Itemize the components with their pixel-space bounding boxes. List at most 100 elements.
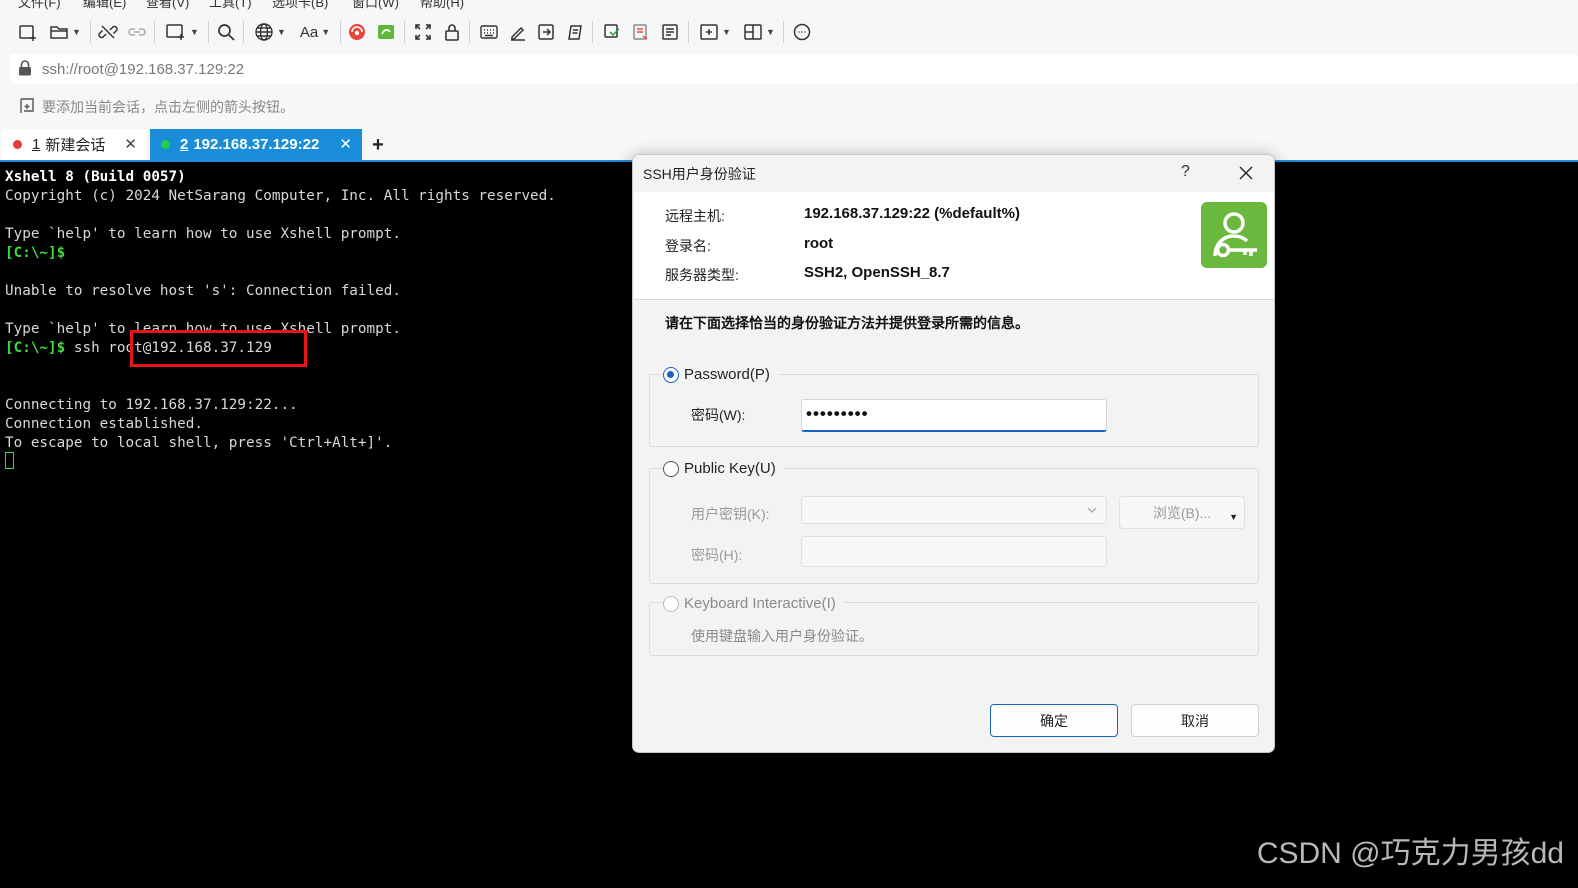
passphrase-field[interactable] [801, 536, 1107, 567]
ssh-auth-dialog: SSH用户身份验证 ? 远程主机: 192.168.37.129:22 (%de… [632, 154, 1275, 753]
tab-number: 2 [180, 136, 189, 153]
browse-button[interactable]: 浏览(B)... ▼ [1119, 496, 1245, 529]
ok-button[interactable]: 确定 [990, 704, 1118, 737]
terminal-prompt: [C:\~]$ [5, 340, 66, 356]
password-field[interactable]: ••••••••• [801, 399, 1107, 432]
menu-edit[interactable]: 编辑(E) [83, 0, 126, 11]
status-dot-disconnected [13, 140, 22, 149]
dialog-titlebar: SSH用户身份验证 ? [633, 155, 1274, 192]
menu-bar: 文件(F) 编辑(E) 查看(V) 工具(T) 选项卡(B) 窗口(W) 帮助(… [0, 0, 1578, 12]
status-dot-connected [161, 140, 170, 149]
log-icon[interactable] [630, 19, 652, 45]
notes-icon[interactable] [659, 19, 681, 45]
terminal-line: Copyright (c) 2024 NetSarang Computer, I… [5, 188, 556, 204]
search-icon[interactable] [215, 19, 237, 45]
compose-icon[interactable] [507, 19, 529, 45]
keyboard-interactive-radio[interactable]: Keyboard Interactive(I) [663, 595, 844, 612]
watermark: CSDN @巧克力男孩dd [1256, 837, 1564, 870]
host-label: 远程主机: [665, 208, 725, 224]
globe-icon[interactable]: ▼ [251, 19, 289, 45]
terminal-line: Xshell 8 (Build 0057) [5, 169, 186, 185]
new-window-icon[interactable]: ▼ [162, 19, 202, 45]
password-field-label: 密码(W): [691, 407, 746, 423]
radio-checked-icon [663, 366, 679, 383]
instruction-text: 请在下面选择恰当的身份验证方法并提供登录所需的信息。 [665, 315, 1029, 331]
lock-icon [18, 59, 32, 79]
hint-text: 要添加当前会话，点击左侧的箭头按钮。 [42, 99, 294, 115]
script-icon[interactable] [563, 19, 585, 45]
font-label: Aa [299, 23, 319, 41]
cancel-label: 取消 [1181, 712, 1209, 729]
new-session-icon[interactable] [17, 19, 39, 45]
caret-down-icon: ▼ [1229, 512, 1238, 522]
cancel-button[interactable]: 取消 [1131, 704, 1259, 737]
close-icon[interactable]: ✕ [124, 135, 137, 153]
host-value: 192.168.37.129:22 (%default%) [804, 205, 1020, 222]
lock-icon[interactable] [441, 19, 463, 45]
radio-disabled-icon [663, 595, 679, 612]
tab-number: 1 [32, 136, 41, 153]
transfer-icon[interactable] [601, 19, 623, 45]
address-field[interactable]: ssh://root@192.168.37.129:22 [10, 54, 1578, 84]
menu-help[interactable]: 帮助(H) [420, 0, 464, 11]
tab-label: 192.168.37.129:22 [193, 136, 320, 153]
server-type-value: SSH2, OpenSSH_8.7 [804, 264, 950, 281]
session-hint-bar: 要添加当前会话，点击左侧的箭头按钮。 [0, 86, 1578, 128]
terminal-line: To escape to local shell, press 'Ctrl+Al… [5, 435, 393, 451]
add-tab-button[interactable]: + [368, 131, 388, 159]
toolbar: ▼ ▼ ▼ Aa ▼ ▼ ▼ [0, 12, 1578, 52]
tab-session-2[interactable]: 2 192.168.37.129:22 ✕ [150, 129, 362, 160]
font-icon[interactable]: Aa ▼ [296, 19, 334, 45]
password-option-label: Password(P) [684, 366, 770, 383]
close-icon[interactable]: ✕ [339, 135, 352, 153]
login-label: 登录名: [665, 238, 711, 254]
passphrase-label: 密码(H): [691, 547, 743, 563]
chat-icon[interactable] [791, 19, 813, 45]
terminal-line: Connection established. [5, 416, 203, 432]
link-icon[interactable] [126, 19, 148, 45]
address-text: ssh://root@192.168.37.129:22 [42, 60, 245, 78]
chevron-down-icon [1086, 503, 1098, 519]
dialog-title: SSH用户身份验证 [643, 166, 756, 182]
terminal-prompt: [C:\~]$ [5, 245, 66, 261]
user-key-label: 用户密钥(K): [691, 506, 770, 522]
disconnect-icon[interactable] [97, 19, 119, 45]
address-bar: ssh://root@192.168.37.129:22 [0, 52, 1578, 86]
highlight-box [130, 330, 307, 367]
add-tab-icon[interactable]: ▼ [696, 19, 734, 45]
close-icon[interactable] [1233, 160, 1259, 186]
browse-label: 浏览(B)... [1152, 504, 1212, 521]
terminal-line: Connecting to 192.168.37.129:22... [5, 397, 298, 413]
add-session-arrow-icon[interactable] [18, 97, 36, 118]
open-folder-icon[interactable]: ▼ [46, 19, 84, 45]
ok-label: 确定 [1040, 712, 1068, 729]
layout-icon[interactable]: ▼ [740, 19, 778, 45]
connection-info-panel: 远程主机: 192.168.37.129:22 (%default%) 登录名:… [634, 192, 1274, 300]
help-button[interactable]: ? [1181, 163, 1190, 181]
tab-label: 新建会话 [45, 137, 106, 154]
menu-file[interactable]: 文件(F) [18, 0, 61, 11]
terminal-line: Unable to resolve host 's': Connection f… [5, 283, 401, 299]
user-key-select[interactable] [801, 496, 1107, 524]
server-type-label: 服务器类型: [665, 267, 739, 283]
tab-session-1[interactable]: 1 新建会话 ✕ [2, 129, 147, 160]
password-radio[interactable]: Password(P) [663, 366, 778, 383]
menu-view[interactable]: 查看(V) [146, 0, 189, 11]
fullscreen-icon[interactable] [412, 19, 434, 45]
public-key-radio[interactable]: Public Key(U) [663, 460, 784, 477]
xshell-icon[interactable] [346, 19, 368, 45]
terminal-line: Type `help' to learn how to use Xshell p… [5, 226, 401, 242]
keyboard-option-label: Keyboard Interactive(I) [684, 595, 836, 612]
menu-tabs[interactable]: 选项卡(B) [272, 0, 328, 11]
keyboard-interactive-description: 使用键盘输入用户身份验证。 [691, 628, 873, 644]
menu-tools[interactable]: 工具(T) [209, 0, 252, 11]
keyboard-icon[interactable] [478, 19, 500, 45]
radio-unchecked-icon [663, 460, 679, 477]
xftp-icon[interactable] [375, 19, 397, 45]
terminal-cursor [5, 452, 14, 469]
user-key-icon [1201, 202, 1267, 268]
send-icon[interactable] [535, 19, 557, 45]
public-key-option-label: Public Key(U) [684, 460, 776, 477]
menu-window[interactable]: 窗口(W) [352, 0, 399, 11]
login-value: root [804, 235, 834, 252]
